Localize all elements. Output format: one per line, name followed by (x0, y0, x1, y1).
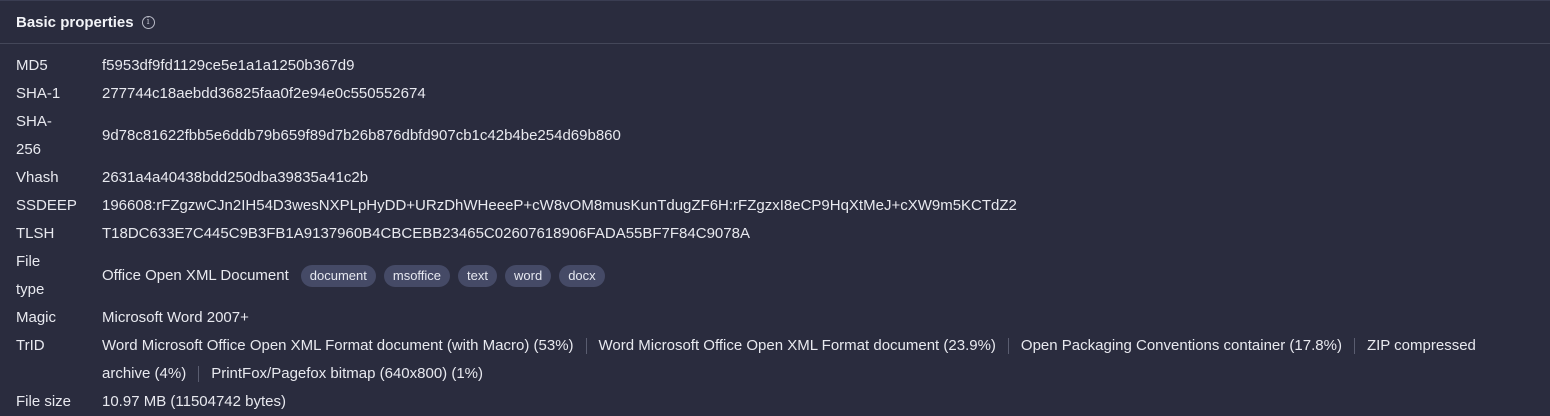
property-label: TLSH (16, 225, 55, 242)
file-type-text: Office Open XML Document (102, 267, 289, 284)
property-row-tlsh: TLSH T18DC633E7C445C9B3FB1A9137960B4CBCE… (0, 220, 1550, 248)
property-value: 9d78c81622fbb5e6ddb79b659f89d7b26b876dbf… (102, 127, 621, 144)
info-icon[interactable]: i (141, 15, 155, 29)
property-value: Microsoft Word 2007+ (102, 309, 249, 326)
property-value: 2631a4a40438bdd250dba39835a41c2b (102, 169, 369, 186)
property-row-sha1: SHA-1 277744c18aebdd36825faa0f2e94e0c550… (0, 80, 1550, 108)
property-label: MD5 (16, 57, 48, 74)
property-label: SHA-1 (16, 85, 61, 102)
property-label: File type (16, 253, 45, 298)
property-row-trid: TrID Word Microsoft Office Open XML Form… (0, 332, 1550, 388)
property-label: Vhash (16, 169, 59, 186)
tag-chip[interactable]: document (300, 265, 376, 288)
property-value: T18DC633E7C445C9B3FB1A9137960B4CBCEBB234… (102, 225, 750, 242)
trid-entry: PrintFox/Pagefox bitmap (640x800) (1%) (211, 365, 483, 382)
property-label: SHA-256 (16, 113, 52, 158)
panel-title: Basic properties (16, 13, 134, 31)
property-row-md5: MD5 f5953df9fd1129ce5e1a1a1250b367d9 (0, 52, 1550, 80)
property-row-magic: Magic Microsoft Word 2007+ (0, 304, 1550, 332)
property-row-ssdeep: SSDEEP 196608:rFZgzwCJn2IH54D3wesNXPLpHy… (0, 192, 1550, 220)
property-label: SSDEEP (16, 197, 77, 214)
property-label: Magic (16, 309, 57, 326)
property-row-filetype: File type Office Open XML Document docume… (0, 248, 1550, 304)
trid-entry: Word Microsoft Office Open XML Format do… (598, 337, 996, 354)
properties-list: MD5 f5953df9fd1129ce5e1a1a1250b367d9 SHA… (0, 44, 1550, 416)
panel-header: Basic properties i (0, 1, 1550, 44)
trid-entry: Word Microsoft Office Open XML Format do… (102, 337, 574, 354)
separator (1353, 338, 1355, 355)
property-value: Office Open XML Document document msoffice… (102, 262, 1550, 290)
trid-entries: Word Microsoft Office Open XML Format do… (102, 332, 1550, 388)
property-value: 196608:rFZgzwCJn2IH54D3wesNXPLpHyDD+URzD… (102, 197, 1017, 214)
tag-chip[interactable]: text (458, 265, 497, 288)
file-type-tags: document msoffice text word docx (289, 265, 605, 288)
tag-chip[interactable]: msoffice (383, 265, 451, 288)
property-row-vhash: Vhash 2631a4a40438bdd250dba39835a41c2b (0, 164, 1550, 192)
tag-chip[interactable]: docx (559, 265, 605, 288)
property-row-sha256: SHA-256 9d78c81622fbb5e6ddb79b659f89d7b2… (0, 108, 1550, 164)
tag-chip[interactable]: word (505, 265, 552, 288)
separator (198, 366, 200, 383)
basic-properties-panel: Basic properties i MD5 f5953df9fd1129ce5… (0, 0, 1550, 416)
property-row-filesize: File size 10.97 MB (11504742 bytes) (0, 388, 1550, 416)
property-value: 277744c18aebdd36825faa0f2e94e0c550552674 (102, 85, 426, 102)
trid-entry: Open Packaging Conventions container (17… (1020, 337, 1342, 354)
separator (585, 338, 587, 355)
property-value: 10.97 MB (11504742 bytes) (102, 393, 287, 410)
property-value: f5953df9fd1129ce5e1a1a1250b367d9 (102, 57, 355, 74)
property-label: File size (16, 393, 72, 410)
separator (1007, 338, 1009, 355)
property-label: TrID (16, 337, 45, 354)
